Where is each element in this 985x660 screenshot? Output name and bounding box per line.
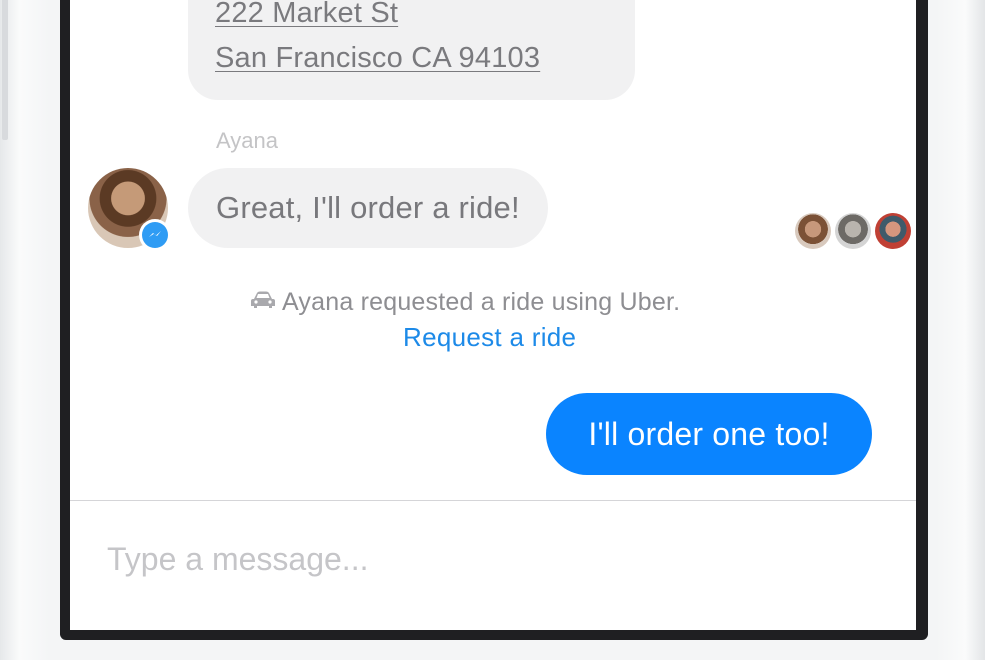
phone-side-button <box>2 0 8 140</box>
ride-notice-text: Ayana requested a ride using Uber. <box>282 288 681 316</box>
request-ride-link[interactable]: Request a ride <box>403 322 576 353</box>
outgoing-message-bubble: I'll order one too! <box>546 393 872 475</box>
ride-request-notice: Ayana requested a ride using Uber. <box>250 288 680 317</box>
incoming-message-bubble: Great, I'll order a ride! <box>188 168 548 248</box>
messenger-icon <box>142 222 168 248</box>
address-city-link[interactable]: San Francisco CA 94103 <box>215 42 540 75</box>
composer-divider <box>70 500 916 501</box>
read-receipts <box>795 213 911 249</box>
address-street-link[interactable]: 222 Market St <box>215 0 398 30</box>
messenger-badge <box>139 219 171 251</box>
message-input[interactable] <box>105 538 889 580</box>
read-receipt-avatar <box>835 213 871 249</box>
sender-name: Ayana <box>216 128 278 153</box>
read-receipt-avatar <box>795 213 831 249</box>
car-icon <box>250 288 276 317</box>
read-receipt-avatar <box>875 213 911 249</box>
